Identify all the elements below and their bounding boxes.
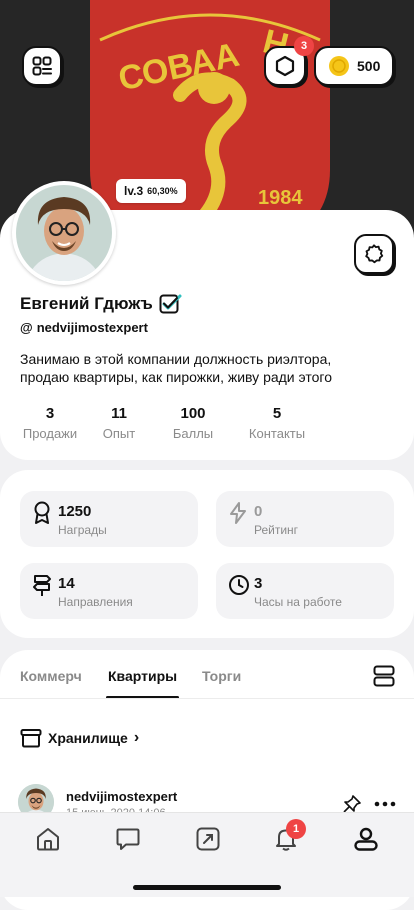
level-percent: 60,30% — [147, 186, 178, 196]
post-author[interactable]: nedvijimostexpert — [66, 789, 177, 804]
nav-chat[interactable] — [114, 825, 142, 853]
profile-bio: Занимаю в этой компании должность риэлто… — [20, 351, 332, 385]
coins-button[interactable]: 500 — [314, 46, 394, 86]
pin-icon — [343, 795, 361, 813]
home-indicator — [133, 885, 281, 890]
profile-name: Евгений Гдюжъ — [20, 294, 153, 313]
achievements-button[interactable]: 3 — [264, 36, 314, 86]
tile-awards[interactable]: 1250 Награды — [20, 491, 198, 547]
tasks-icon — [196, 827, 220, 851]
profile-name-row: Евгений Гдюжъ — [20, 293, 183, 315]
tab-apartments[interactable]: Квартиры — [108, 668, 177, 684]
avatar[interactable] — [12, 181, 116, 285]
level-pill: lv.3 60,30% — [116, 179, 186, 203]
settings-button[interactable] — [354, 234, 394, 274]
notifications-badge: 1 — [286, 819, 306, 839]
home-icon — [37, 828, 59, 851]
list-view-icon — [373, 665, 395, 687]
notification-badge: 3 — [294, 36, 314, 56]
stat-sales[interactable]: 3 Продажи — [10, 405, 90, 441]
tile-directions[interactable]: 14 Направления — [20, 563, 198, 619]
view-toggle-button[interactable] — [372, 664, 396, 688]
menu-button[interactable] — [22, 46, 62, 86]
chevron-right-icon: › — [133, 729, 140, 746]
archive-icon — [20, 729, 42, 748]
storage-label: Хранилище — [48, 730, 128, 746]
profile-handle-row: @ nedvijimostexpert — [20, 320, 148, 335]
stat-points[interactable]: 100 Баллы — [153, 405, 233, 441]
coin-balance: 500 — [357, 58, 381, 74]
lightning-icon — [230, 502, 246, 524]
svg-text:1984: 1984 — [258, 187, 303, 209]
at-icon: @ — [20, 320, 33, 335]
nav-tasks[interactable] — [194, 825, 222, 853]
pin-button[interactable] — [342, 794, 362, 814]
tile-rating[interactable]: 0 Рейтинг — [216, 491, 394, 547]
tab-auctions[interactable]: Торги — [202, 668, 241, 684]
clock-icon — [229, 575, 249, 595]
more-dots-icon — [374, 801, 396, 807]
stat-contacts[interactable]: 5 Контакты — [237, 405, 317, 441]
award-icon — [34, 501, 50, 524]
tile-work-hours[interactable]: 3 Часы на работе — [216, 563, 394, 619]
nav-notifications[interactable]: 1 — [272, 819, 306, 853]
tabs-divider — [0, 698, 414, 699]
user-icon — [354, 827, 378, 851]
nav-profile[interactable] — [352, 825, 380, 853]
stat-experience[interactable]: 11 Опыт — [79, 405, 159, 441]
grid-icon — [32, 56, 52, 76]
profile-handle: nedvijimostexpert — [36, 320, 148, 335]
gear-icon — [365, 244, 384, 264]
bottom-nav: 1 — [0, 812, 414, 897]
chat-icon — [116, 828, 140, 850]
tab-commercial[interactable]: Коммерч — [20, 668, 82, 684]
storage-link[interactable]: Хранилище › — [20, 728, 139, 748]
nav-home[interactable] — [34, 825, 62, 853]
signpost-icon — [33, 575, 51, 596]
level-label: lv.3 — [124, 184, 144, 198]
hexagon-icon — [275, 55, 295, 77]
coin-icon — [329, 56, 349, 76]
verified-icon — [159, 294, 182, 314]
more-options-button[interactable] — [374, 794, 396, 814]
